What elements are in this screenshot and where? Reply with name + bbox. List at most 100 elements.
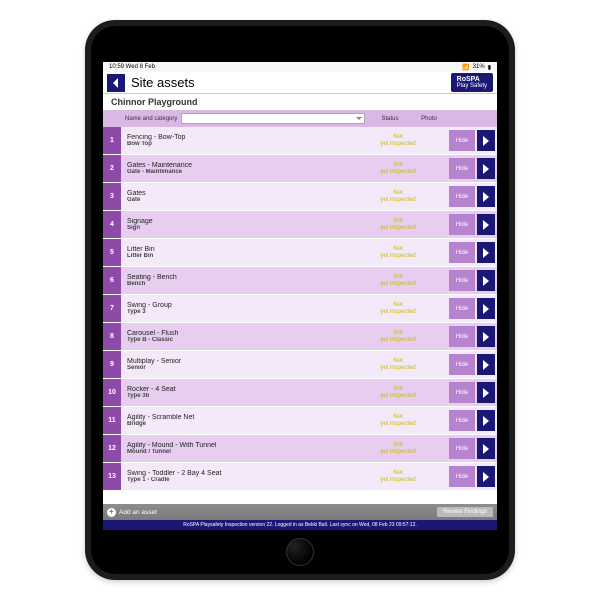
tablet-frame: 10:59 Wed 8 Feb 📶 31% ▮ Site assets RoSP… [85,20,515,580]
open-asset-button[interactable] [477,382,495,403]
back-button[interactable] [107,74,125,92]
top-bar: Site assets RoSPA Play Safety [103,72,497,94]
asset-status: Notyet inspected [377,155,419,182]
asset-row[interactable]: 7Swing - GroupType 3Notyet inspectedHide [103,295,497,323]
asset-status: Notyet inspected [377,323,419,350]
asset-row[interactable]: 9Multiplay - SeniorSeniorNotyet inspecte… [103,351,497,379]
asset-category: Gate [127,197,371,203]
logo-line2: Play Safety [457,83,487,89]
footer-info: RoSPA Playsafety Inspection version 22. … [103,520,497,530]
asset-row[interactable]: 5Litter BinLitter BinNotyet inspectedHid… [103,239,497,267]
asset-row[interactable]: 8Carousel - FlushType B - ClassicNotyet … [103,323,497,351]
open-asset-button[interactable] [477,438,495,459]
asset-status: Notyet inspected [377,295,419,322]
asset-status: Notyet inspected [377,267,419,294]
col-name: Name and category [125,113,365,124]
status-time: 10:59 Wed 8 Feb [109,64,155,70]
asset-name: Gates - Maintenance [127,162,371,169]
hide-button[interactable]: Hide [449,466,475,487]
open-asset-button[interactable] [477,158,495,179]
asset-status: Notyet inspected [377,435,419,462]
asset-status: Notyet inspected [377,183,419,210]
asset-name-cat: Seating - BenchBench [121,267,377,294]
open-asset-button[interactable] [477,186,495,207]
asset-name-cat: Swing - GroupType 3 [121,295,377,322]
asset-photo-cell [419,463,447,490]
chevron-right-icon [482,472,490,482]
hide-button[interactable]: Hide [449,326,475,347]
asset-photo-cell [419,435,447,462]
hide-button[interactable]: Hide [449,214,475,235]
asset-name: Swing - Toddler - 2 Bay 4 Seat [127,470,371,477]
hide-button[interactable]: Hide [449,186,475,207]
asset-category: Litter Bin [127,253,371,259]
hide-button[interactable]: Hide [449,270,475,291]
asset-row[interactable]: 3GatesGateNotyet inspectedHide [103,183,497,211]
asset-name: Swing - Group [127,302,371,309]
asset-row[interactable]: 6Seating - BenchBenchNotyet inspectedHid… [103,267,497,295]
asset-number: 3 [103,183,121,210]
chevron-right-icon [482,220,490,230]
home-button[interactable] [286,538,314,566]
asset-photo-cell [419,211,447,238]
asset-name-cat: Fencing - Bow-TopBow Top [121,127,377,154]
asset-name: Seating - Bench [127,274,371,281]
hide-button[interactable]: Hide [449,298,475,319]
hide-button[interactable]: Hide [449,438,475,459]
asset-name: Agility - Mound - With Tunnel [127,442,371,449]
rospa-logo: RoSPA Play Safety [451,73,493,92]
hide-button[interactable]: Hide [449,382,475,403]
asset-list: 1Fencing - Bow-TopBow TopNotyet inspecte… [103,127,497,504]
open-asset-button[interactable] [477,242,495,263]
open-asset-button[interactable] [477,354,495,375]
add-asset-button[interactable]: + Add an asset [107,508,157,517]
asset-category: Type B - Classic [127,337,371,343]
open-asset-button[interactable] [477,130,495,151]
asset-name-cat: Agility - Mound - With TunnelMound / Tun… [121,435,377,462]
asset-row[interactable]: 2Gates - MaintenanceGate - MaintenanceNo… [103,155,497,183]
hide-button[interactable]: Hide [449,242,475,263]
open-asset-button[interactable] [477,298,495,319]
asset-status: Notyet inspected [377,407,419,434]
asset-number: 13 [103,463,121,490]
battery-icon: ▮ [488,64,491,71]
open-asset-button[interactable] [477,410,495,431]
hide-button[interactable]: Hide [449,130,475,151]
col-status-label: Status [369,116,411,122]
open-asset-button[interactable] [477,270,495,291]
chevron-right-icon [482,360,490,370]
chevron-right-icon [482,136,490,146]
asset-row[interactable]: 4SignageSignNotyet inspectedHide [103,211,497,239]
asset-category: Type 1 - Cradle [127,477,371,483]
chevron-right-icon [482,304,490,314]
open-asset-button[interactable] [477,326,495,347]
asset-number: 1 [103,127,121,154]
hide-button[interactable]: Hide [449,354,475,375]
asset-number: 4 [103,211,121,238]
asset-name-cat: Gates - MaintenanceGate - Maintenance [121,155,377,182]
chevron-right-icon [482,276,490,286]
asset-row[interactable]: 13 Swing - Toddler - 2 Bay 4 SeatType 1 -… [103,463,497,491]
hide-button[interactable]: Hide [449,158,475,179]
col-name-label: Name and category [125,116,177,122]
asset-row[interactable]: 11Agility - Scramble NetBridgeNotyet ins… [103,407,497,435]
col-photo-label: Photo [415,116,443,122]
asset-number: 2 [103,155,121,182]
asset-name: Rocker - 4 Seat [127,386,371,393]
asset-row[interactable]: 1Fencing - Bow-TopBow TopNotyet inspecte… [103,127,497,155]
category-filter-dropdown[interactable] [181,113,365,124]
asset-name-cat: Rocker - 4 SeatType 3b [121,379,377,406]
asset-name: Fencing - Bow-Top [127,134,371,141]
page-title: Site assets [131,75,451,90]
asset-row[interactable]: 12Agility - Mound - With TunnelMound / T… [103,435,497,463]
asset-category: Gate - Maintenance [127,169,371,175]
open-asset-button[interactable] [477,214,495,235]
plus-icon: + [107,508,116,517]
open-asset-button[interactable] [477,466,495,487]
asset-row[interactable]: 10Rocker - 4 SeatType 3bNotyet inspected… [103,379,497,407]
chevron-right-icon [482,164,490,174]
review-findings-button[interactable]: Review Findings [437,507,493,517]
chevron-left-icon [111,78,121,88]
asset-number: 12 [103,435,121,462]
hide-button[interactable]: Hide [449,410,475,431]
